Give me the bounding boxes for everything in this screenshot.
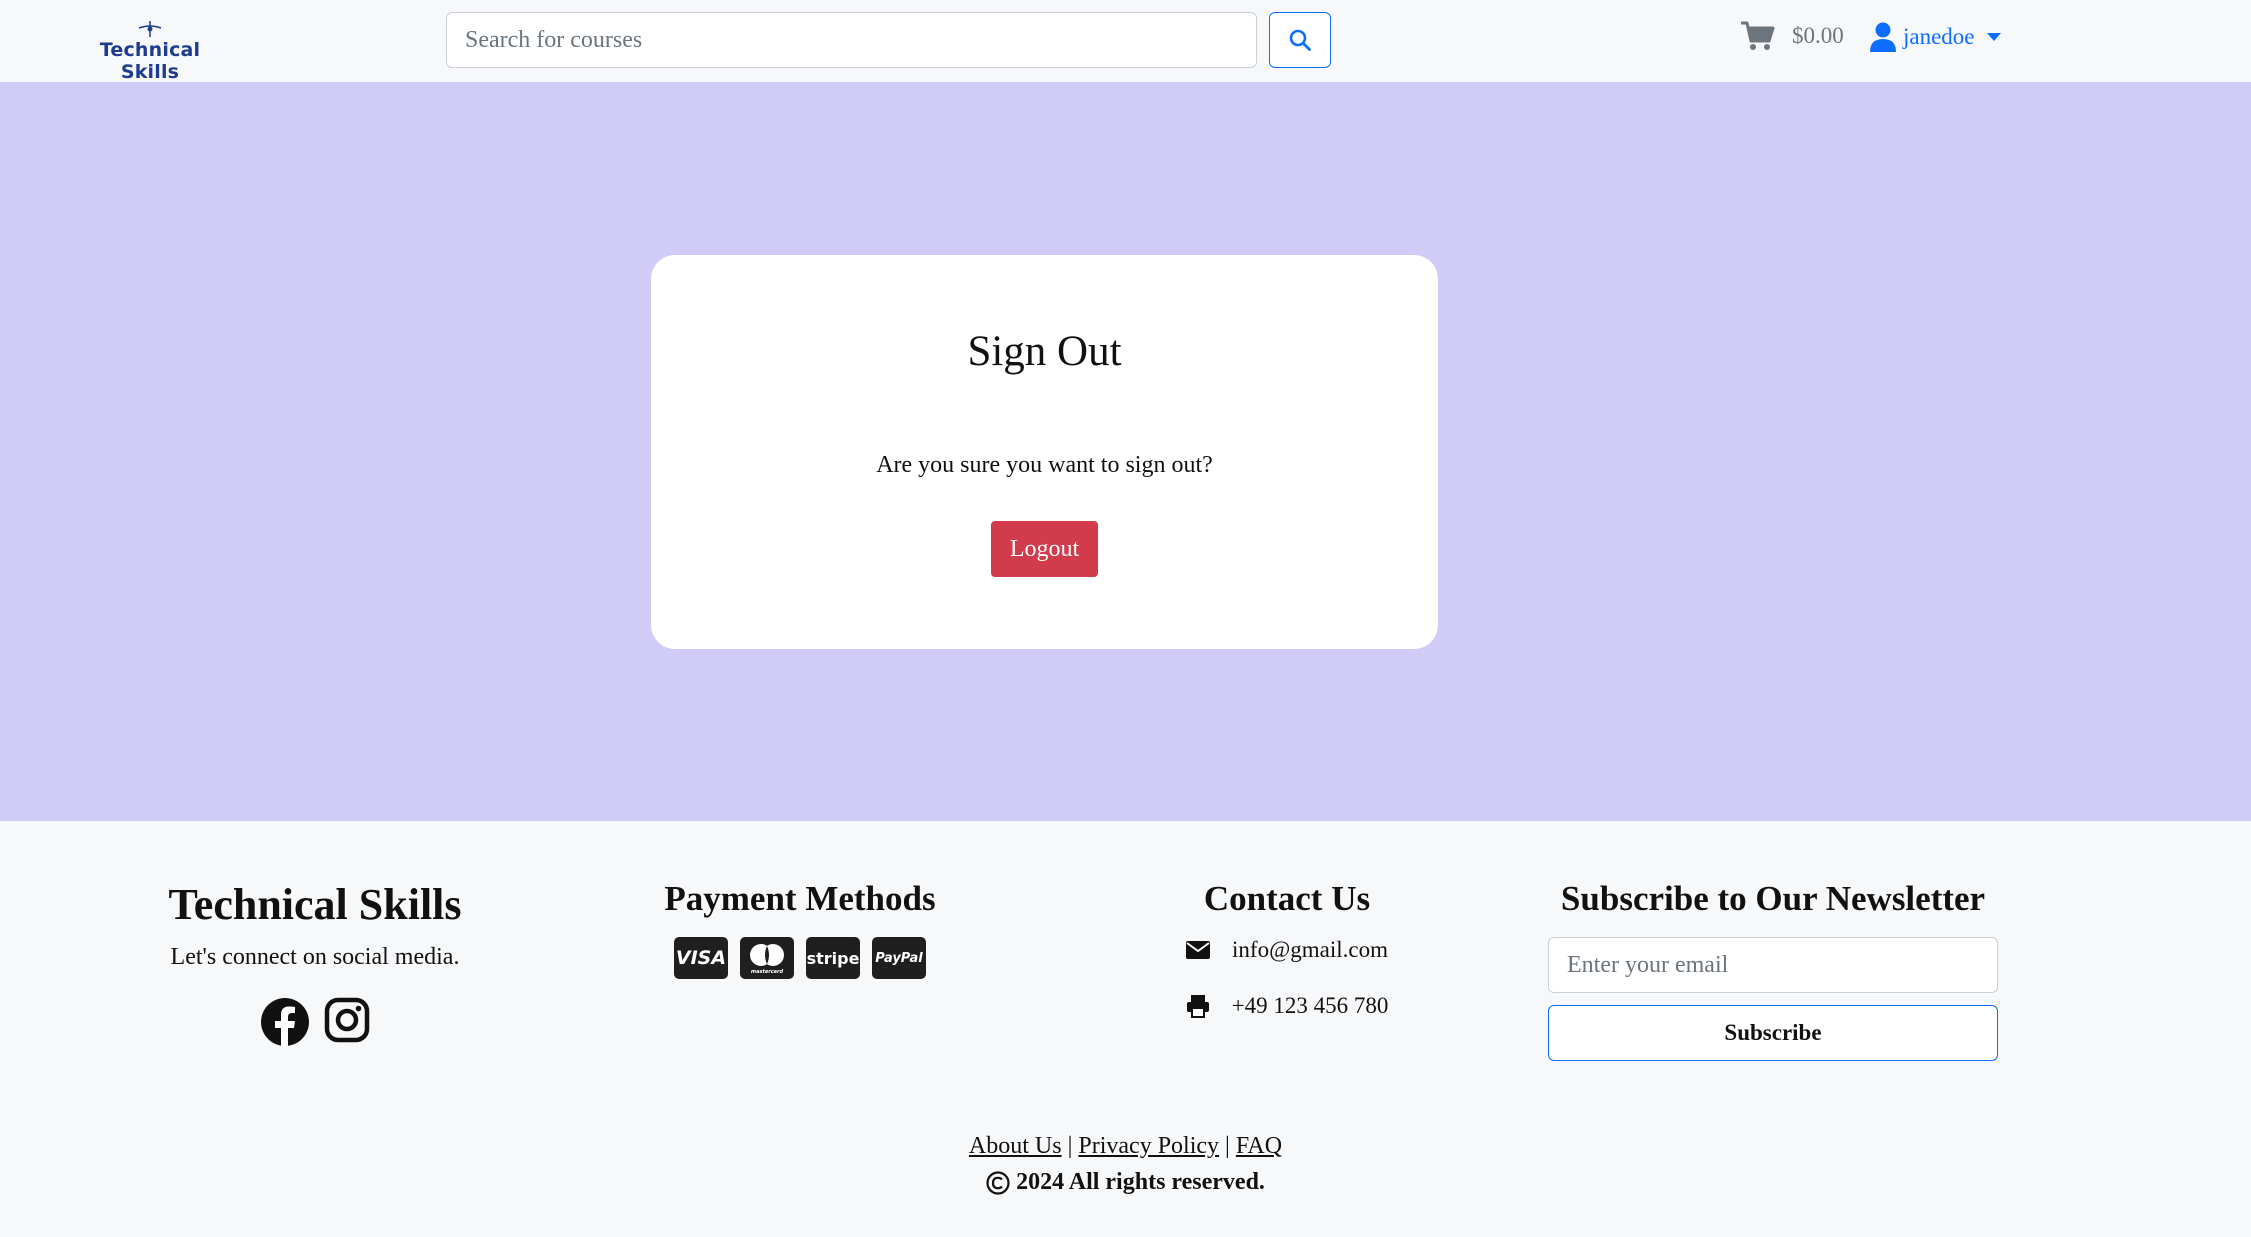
search-button[interactable] <box>1269 12 1331 68</box>
copyright: 2024 All rights reserved. <box>0 1169 2251 1196</box>
mastercard-icon: mastercard <box>740 937 794 979</box>
signout-prompt: Are you sure you want to sign out? <box>876 452 1213 478</box>
svg-text:mastercard: mastercard <box>751 969 784 975</box>
search-input[interactable] <box>446 12 1257 68</box>
cart-link[interactable]: $0.00 <box>1740 20 1844 52</box>
logout-button[interactable]: Logout <box>991 521 1098 577</box>
visa-icon: VISA <box>674 937 728 979</box>
link-separator: | <box>1067 1133 1073 1159</box>
mastercard-logo-icon: mastercard <box>750 944 784 975</box>
payment-card-list: VISA mastercard stripe PayPal <box>600 937 1000 979</box>
newsletter-email-input[interactable] <box>1548 937 1998 993</box>
contact-email: info@gmail.com <box>1087 937 1487 963</box>
social-links <box>115 997 515 1052</box>
newsletter: Subscribe to Our Newsletter Subscribe <box>1548 879 1998 1061</box>
username: janedoe <box>1903 24 1975 49</box>
facebook-icon <box>261 998 309 1046</box>
search-icon <box>1289 29 1311 51</box>
faq-link[interactable]: FAQ <box>1236 1133 1282 1159</box>
about-us-link[interactable]: About Us <box>969 1133 1062 1159</box>
page-title: Sign Out <box>967 328 1122 375</box>
instagram-link[interactable] <box>324 997 370 1052</box>
signout-card: Sign Out Are you sure you want to sign o… <box>651 255 1438 649</box>
cart-total: $0.00 <box>1792 23 1844 48</box>
contact-phone-text: +49 123 456 780 <box>1231 993 1389 1018</box>
signout-section: Sign Out Are you sure you want to sign o… <box>0 82 2251 821</box>
footer-brand-title: Technical Skills <box>168 880 462 929</box>
footer-tagline: Let's connect on social media. <box>170 944 460 970</box>
contact-phone: +49 123 456 780 <box>1087 993 1487 1019</box>
copyright-icon <box>986 1170 1010 1195</box>
copyright-text: 2024 All rights reserved. <box>1016 1169 1265 1195</box>
privacy-policy-link[interactable]: Privacy Policy <box>1078 1133 1219 1159</box>
footer-brand: Technical Skills Let's connect on social… <box>115 879 515 1052</box>
brand-logo[interactable]: Technical Skills <box>72 20 228 83</box>
chevron-down-icon <box>1986 33 2001 41</box>
link-separator: | <box>1225 1133 1230 1159</box>
payment-methods: Payment Methods VISA mastercard stripe P… <box>600 879 1000 979</box>
footer-links: About Us | Privacy Policy | FAQ <box>0 1133 2251 1160</box>
paypal-icon: PayPal <box>872 937 926 979</box>
stripe-icon: stripe <box>806 937 860 979</box>
newsletter-title: Subscribe to Our Newsletter <box>1560 879 1986 918</box>
user-icon <box>1870 22 1896 52</box>
envelope-icon <box>1186 941 1211 959</box>
brand-name: Technical Skills <box>99 39 201 83</box>
contact-email-text: info@gmail.com <box>1232 937 1388 962</box>
subscribe-button[interactable]: Subscribe <box>1548 1005 1998 1061</box>
user-menu-toggle[interactable]: janedoe <box>1869 22 2001 52</box>
navbar: Technical Skills $0.00 janedoe <box>0 0 2251 83</box>
printer-icon <box>1186 995 1209 1018</box>
instagram-icon <box>324 997 370 1043</box>
logo-mark-icon <box>138 21 162 37</box>
contact-us: Contact Us info@gmail.com +49 123 456 78… <box>1087 879 1487 1019</box>
facebook-link[interactable] <box>260 997 310 1052</box>
cart-icon <box>1741 21 1775 50</box>
payment-methods-title: Payment Methods <box>664 879 936 918</box>
contact-title: Contact Us <box>1203 879 1371 918</box>
footer: Technical Skills Let's connect on social… <box>0 821 2251 1237</box>
